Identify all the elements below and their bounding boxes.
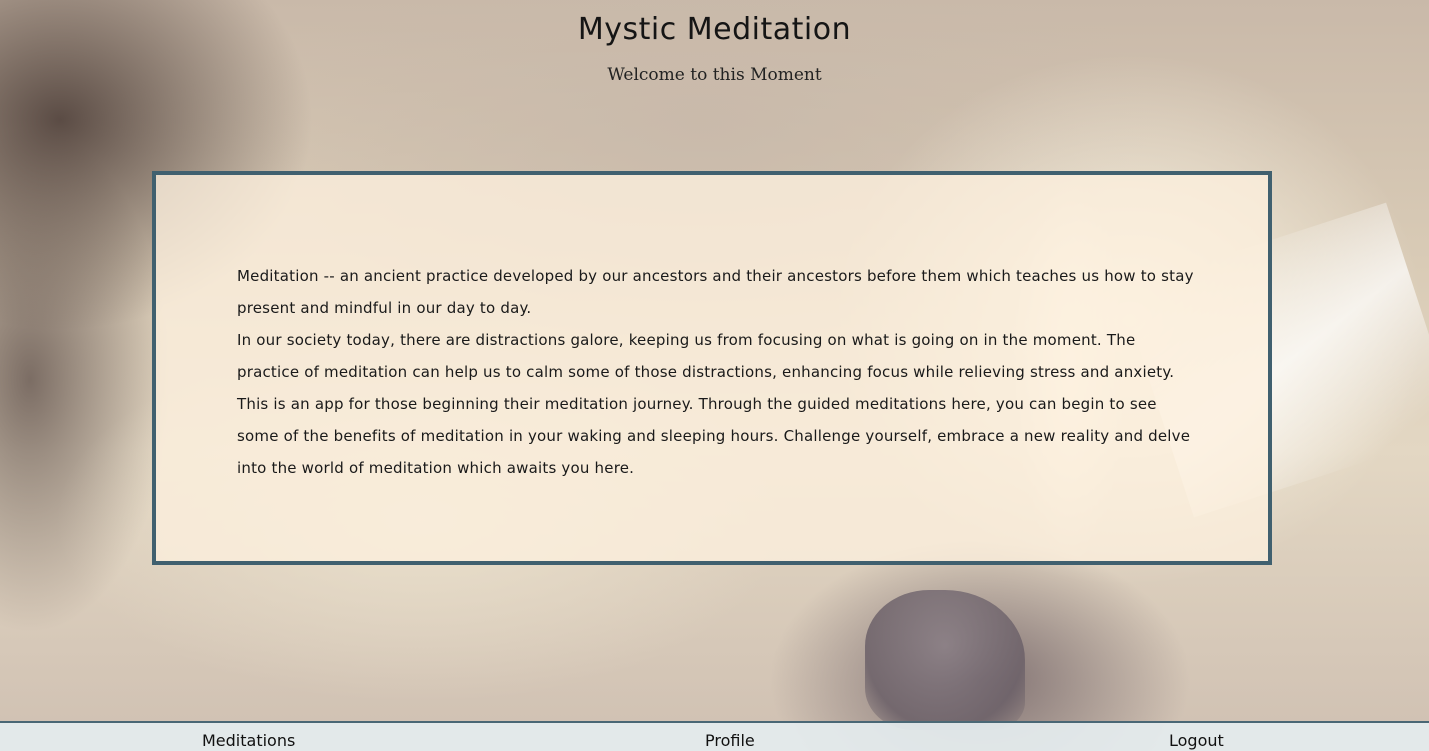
intro-text: Meditation -- an ancient practice develo…: [237, 260, 1197, 484]
intro-card: Meditation -- an ancient practice develo…: [152, 171, 1272, 565]
page-title: Mystic Meditation: [577, 12, 852, 47]
background-rock: [865, 590, 1025, 730]
page-header: Mystic Meditation Welcome to this Moment: [0, 0, 1429, 85]
nav-link-meditations[interactable]: Meditations: [202, 731, 295, 750]
page-subtitle: Welcome to this Moment: [607, 65, 822, 85]
intro-paragraph: Meditation -- an ancient practice develo…: [237, 267, 1194, 317]
nav-link-logout[interactable]: Logout: [1169, 731, 1224, 750]
nav-link-profile[interactable]: Profile: [705, 731, 755, 750]
intro-paragraph: In our society today, there are distract…: [237, 331, 1191, 477]
footer-nav: Meditations Profile Logout: [0, 721, 1429, 751]
